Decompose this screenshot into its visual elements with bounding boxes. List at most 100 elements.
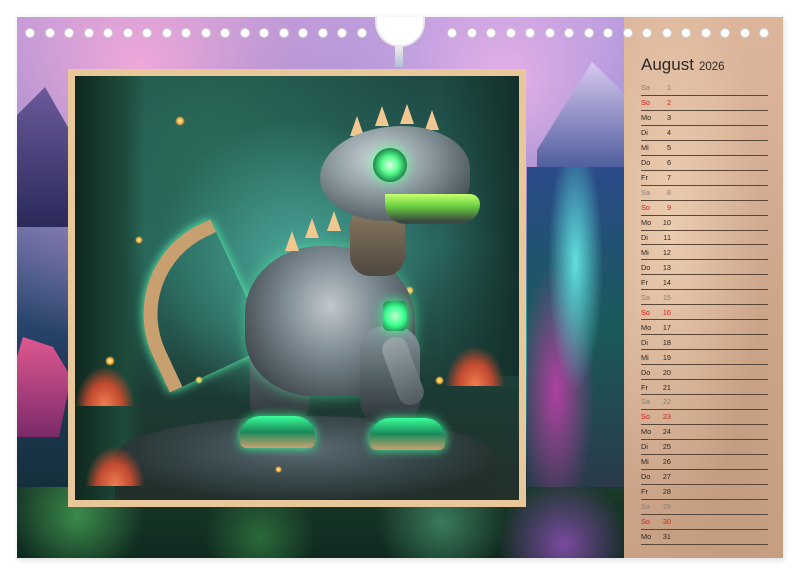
- weekday-abbrev: Do: [641, 367, 651, 377]
- weekday-abbrev: Mi: [641, 457, 649, 467]
- month-header: August 2026: [641, 55, 725, 75]
- binding-hole: [739, 28, 750, 38]
- weekday-abbrev: Mo: [641, 322, 652, 332]
- binding-hole: [544, 28, 555, 38]
- binding-hole: [278, 28, 289, 38]
- day-number: 21: [662, 382, 671, 392]
- weekday-abbrev: Di: [641, 128, 648, 138]
- binding-hole: [220, 28, 230, 38]
- glowing-lake-right: [527, 167, 624, 487]
- day-number: 20: [662, 367, 671, 377]
- day-row: Sa 1: [641, 81, 768, 96]
- weekday-abbrev: Fr: [641, 173, 648, 183]
- day-row: Sa 15: [641, 290, 768, 306]
- day-number: 7: [666, 173, 671, 183]
- day-row: Do 20: [641, 365, 768, 381]
- day-row: Di 25: [641, 440, 768, 455]
- day-row: So 2: [641, 96, 768, 111]
- binding-hole: [622, 28, 633, 38]
- day-row: Fr 28: [641, 485, 768, 500]
- binding-hole: [759, 28, 769, 38]
- dino-back-foot: [240, 416, 315, 448]
- day-number: 11: [663, 233, 671, 242]
- weekday-abbrev: Mo: [641, 113, 652, 123]
- binding-hole: [583, 28, 594, 38]
- weekday-abbrev: Do: [641, 262, 651, 272]
- day-row: Do 6: [641, 156, 768, 171]
- binding-hole: [505, 28, 516, 38]
- day-number: 29: [662, 502, 671, 512]
- weekday-abbrev: Di: [641, 233, 648, 242]
- day-row: So 30: [641, 515, 768, 530]
- day-row: So 16: [641, 305, 768, 321]
- weekday-abbrev: Di: [641, 442, 648, 452]
- weekday-abbrev: Sa: [641, 188, 650, 198]
- day-row: So 9: [641, 201, 768, 216]
- day-number: 13: [662, 262, 671, 272]
- binding-hole: [603, 28, 613, 38]
- weekday-abbrev: Do: [641, 472, 651, 482]
- weekday-abbrev: Sa: [641, 292, 650, 302]
- binding-hole: [525, 28, 535, 38]
- day-row: So 23: [641, 410, 768, 425]
- weekday-abbrev: Di: [641, 337, 648, 347]
- binding-hole: [700, 28, 711, 38]
- weekday-abbrev: So: [641, 412, 650, 422]
- day-row: Mi 12: [641, 245, 768, 261]
- calendar-panel: August 2026 Sa 1 So 2 Mo 3 Di 4 Mi 5 Do 6 Fr 7 Sa 8 So 9 M…: [624, 17, 783, 558]
- day-row: Di 4: [641, 126, 768, 141]
- binding-hole: [564, 28, 574, 38]
- weekday-abbrev: So: [641, 517, 650, 527]
- day-number: 30: [662, 517, 671, 527]
- day-row: Sa 8: [641, 186, 768, 201]
- binding-hole: [103, 28, 113, 38]
- binding-hole: [142, 28, 152, 38]
- day-number: 19: [662, 352, 671, 362]
- binding-hole: [337, 28, 347, 38]
- day-number: 24: [662, 427, 671, 437]
- day-row: Di 18: [641, 335, 768, 351]
- weekday-abbrev: Fr: [641, 277, 648, 287]
- photo-frame: [68, 69, 526, 507]
- weekday-abbrev: Mi: [641, 247, 649, 257]
- dino-glow-core: [383, 301, 407, 331]
- weekday-abbrev: Mi: [641, 143, 649, 153]
- day-number: 8: [666, 188, 671, 198]
- day-row: Sa 22: [641, 395, 768, 410]
- day-number: 18: [662, 337, 671, 347]
- day-row: Do 27: [641, 470, 768, 485]
- binding-hole: [239, 28, 250, 38]
- day-number: 16: [662, 307, 671, 317]
- dino-front-foot: [370, 418, 445, 450]
- weekday-abbrev: Fr: [641, 382, 648, 392]
- day-number: 15: [662, 292, 671, 302]
- day-row: Mo 10: [641, 216, 768, 231]
- day-row: Mi 26: [641, 455, 768, 470]
- day-number: 6: [666, 158, 671, 168]
- binding-hole: [25, 28, 35, 38]
- weekday-abbrev: So: [641, 307, 650, 317]
- day-number: 3: [666, 113, 671, 123]
- day-number: 10: [662, 218, 671, 228]
- day-row: Sa 29: [641, 500, 768, 515]
- day-row: Mi 5: [641, 141, 768, 156]
- weekday-abbrev: Fr: [641, 487, 648, 497]
- binding-hole: [681, 28, 691, 38]
- calendar-sheet: August 2026 Sa 1 So 2 Mo 3 Di 4 Mi 5 Do 6 Fr 7 Sa 8 So 9 M…: [17, 17, 783, 558]
- binding-hole: [298, 28, 308, 38]
- year-label: 2026: [698, 61, 725, 73]
- weekday-abbrev: Sa: [641, 83, 650, 93]
- weekday-abbrev: Sa: [641, 397, 650, 407]
- dino-spike: [375, 106, 389, 126]
- weekday-abbrev: Do: [641, 158, 651, 168]
- dino-glowing-jaw: [385, 194, 480, 224]
- binding-hole: [466, 28, 477, 38]
- firefly: [105, 356, 115, 366]
- day-number: 23: [662, 412, 671, 422]
- weekday-abbrev: Sa: [641, 502, 650, 512]
- day-number: 31: [662, 532, 671, 542]
- dino-spike: [327, 211, 341, 231]
- day-number: 17: [662, 322, 671, 332]
- day-row: Fr 21: [641, 380, 768, 396]
- day-number: 27: [662, 472, 671, 482]
